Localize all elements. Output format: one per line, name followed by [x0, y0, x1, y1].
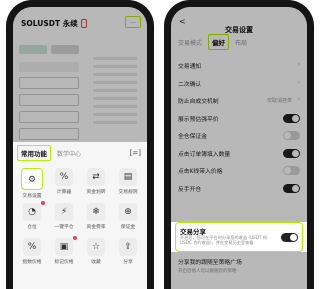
notification-dot	[73, 236, 77, 240]
chart-icon: ▣	[55, 238, 73, 256]
tab-common-functions[interactable]: 常用功能	[17, 145, 51, 161]
calculator-icon: %	[55, 168, 73, 186]
feature-item[interactable]: ⇪ 分享	[115, 238, 141, 267]
phone-right: < 交易设置 交易模式 偏好 布局 交易通知 › 二次确认 › 防止自成交机制 …	[164, 0, 314, 289]
phone-left: SOLUSDT 永续 - ... 常用功能 数学中心 [=] ⚙ 交易设置 % …	[6, 0, 154, 289]
margin-icon: ⊕	[119, 203, 137, 221]
transfer-icon: ⇄	[87, 168, 105, 186]
feature-label: 交易规则	[118, 190, 138, 195]
feature-item[interactable]: % 指数价格	[19, 238, 45, 267]
share-icon: ⇪	[119, 238, 137, 256]
snowflake-icon: ❄	[87, 203, 105, 221]
dim-overlay	[171, 252, 307, 289]
dim-overlay[interactable]	[13, 7, 147, 142]
feature-item[interactable]: ❄ 资金费率	[83, 203, 109, 232]
share-description: 开启后，您可在平仓时分享您的收益 (USDT 和USDC 合约收益)，并在交易历…	[180, 235, 267, 246]
feature-item[interactable]: % 计算器	[51, 168, 77, 197]
feature-label: 指数价格	[22, 260, 42, 265]
feature-label: 收藏	[91, 260, 101, 265]
feature-item[interactable]: ⚙ 交易设置	[19, 168, 45, 199]
feature-label: 保证金	[120, 225, 136, 230]
rules-icon: ▤	[119, 168, 137, 186]
feature-label: 仓位	[27, 225, 37, 230]
flash-icon: ⚡	[55, 203, 73, 221]
feature-item[interactable]: ◔ 仓位	[19, 201, 45, 232]
star-icon: ☆	[87, 238, 105, 256]
feature-label: 一键平仓	[54, 225, 74, 230]
feature-item[interactable]: ⇄ 资金划转	[83, 168, 109, 197]
feature-label: 资金划转	[86, 190, 106, 195]
tab-math-center[interactable]: 数学中心	[57, 149, 81, 158]
notification-dot	[41, 201, 45, 205]
feature-item[interactable]: ☆ 收藏	[83, 238, 109, 267]
feature-grid: ⚙ 交易设置 % 计算器 ⇄ 资金划转 ▤ 交易规则 ◔ 仓位 ⚡ 一键平仓 ❄…	[19, 168, 141, 267]
function-sheet: 常用功能 数学中心 [=] ⚙ 交易设置 % 计算器 ⇄ 资金划转 ▤ 交易规则…	[13, 142, 147, 289]
feature-label: 标记价格	[54, 260, 74, 265]
feature-item[interactable]: ▣ 标记价格	[51, 236, 77, 267]
edit-icon[interactable]: [=]	[130, 149, 141, 157]
feature-label: 资金费率	[86, 225, 106, 230]
feature-label: 计算器	[56, 190, 72, 195]
dim-overlay	[171, 7, 307, 222]
feature-label: 交易设置	[22, 194, 42, 199]
setting-trade-share: 交易分享 开启后，您可在平仓时分享您的收益 (USDT 和USDC 合约收益)，…	[175, 222, 303, 252]
sheet-tabs: 常用功能 数学中心 [=]	[17, 142, 143, 164]
settings-icon: ⚙	[21, 168, 43, 190]
position-icon: ◔	[23, 203, 41, 221]
share-toggle[interactable]	[281, 233, 298, 242]
feature-item[interactable]: ▤ 交易规则	[115, 168, 141, 197]
feature-item[interactable]: ⊕ 保证金	[115, 203, 141, 232]
feature-label: 分享	[123, 260, 133, 265]
feature-item[interactable]: ⚡ 一键平仓	[51, 203, 77, 232]
percent-icon: %	[23, 238, 41, 256]
